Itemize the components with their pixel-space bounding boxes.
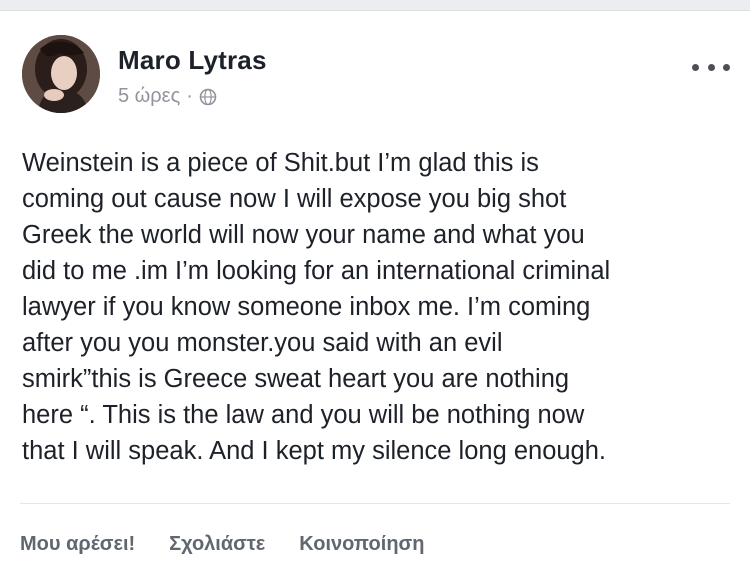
like-button[interactable]: Μου αρέσει!	[20, 533, 135, 556]
more-options-icon[interactable]	[692, 55, 730, 79]
post-meta: 5 ώρες ·	[118, 85, 217, 108]
more-dot	[723, 63, 730, 71]
more-dot	[692, 63, 699, 71]
actions-divider	[20, 503, 730, 504]
more-dot	[707, 63, 715, 71]
avatar[interactable]	[22, 35, 100, 113]
comment-button[interactable]: Σχολιάστε	[169, 533, 265, 556]
share-button[interactable]: Κοινοποίηση	[299, 533, 424, 556]
post-actions-bar: Μου αρέσει! Σχολιάστε Κοινοποίηση	[20, 533, 424, 556]
post-timestamp[interactable]: 5 ώρες	[118, 85, 180, 108]
post-card: Maro Lytras 5 ώρες · Weinstein is a piec…	[0, 10, 750, 574]
post-body-text: Weinstein is a piece of Shit.but I’m gla…	[22, 149, 611, 465]
globe-icon[interactable]	[199, 88, 217, 106]
author-name[interactable]: Maro Lytras	[118, 45, 267, 76]
feed-background-strip	[0, 0, 750, 10]
avatar-photo	[22, 35, 100, 113]
meta-separator: ·	[186, 85, 193, 107]
